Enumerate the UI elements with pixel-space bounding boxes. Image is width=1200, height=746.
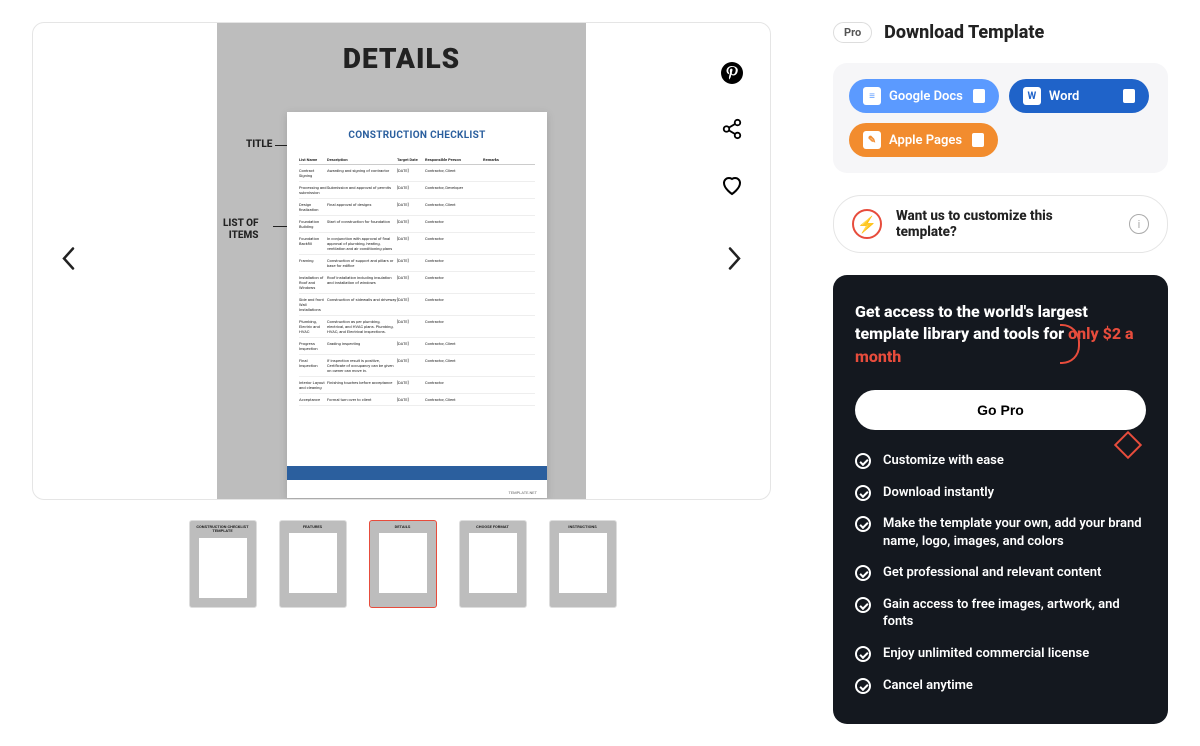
info-icon[interactable]: i xyxy=(1129,214,1149,234)
download-icon xyxy=(972,133,984,147)
thumbnail[interactable]: CONSTRUCTION CHECKLIST TEMPLATE xyxy=(189,520,257,608)
pinterest-icon[interactable] xyxy=(720,61,744,85)
format-buttons: ≡Google Docs WWord ✎Apple Pages xyxy=(833,63,1168,173)
thumbnail-strip: CONSTRUCTION CHECKLIST TEMPLATE FEATURES D… xyxy=(32,520,773,608)
download-icon xyxy=(973,89,985,103)
customize-text: Want us to customize this template? xyxy=(896,208,1115,240)
prev-button[interactable] xyxy=(53,236,83,287)
go-pro-button[interactable]: Go Pro xyxy=(855,390,1146,430)
promo-feature: Customize with ease xyxy=(855,452,1146,470)
google-docs-button[interactable]: ≡Google Docs xyxy=(849,79,999,113)
bolt-icon: ⚡ xyxy=(852,209,882,239)
share-icon[interactable] xyxy=(720,117,744,141)
details-header: DETAILS xyxy=(343,42,460,75)
promo-feature: Download instantly xyxy=(855,484,1146,502)
check-icon xyxy=(855,597,871,613)
heart-icon[interactable] xyxy=(720,173,744,197)
promo-feature: Cancel anytime xyxy=(855,677,1146,695)
next-button[interactable] xyxy=(720,236,750,287)
promo-feature: Make the template your own, add your bra… xyxy=(855,515,1146,550)
google-docs-icon: ≡ xyxy=(863,87,881,105)
customize-banner[interactable]: ⚡ Want us to customize this template? i xyxy=(833,195,1168,253)
annotation-list: LIST OF ITEMS xyxy=(223,218,258,242)
check-icon xyxy=(855,485,871,501)
annotation-title: TITLE xyxy=(246,139,272,150)
download-icon xyxy=(1123,89,1135,103)
promo-feature: Enjoy unlimited commercial license xyxy=(855,645,1146,663)
thumbnail[interactable]: DETAILS xyxy=(369,520,437,608)
promo-headline: Get access to the world's largest templa… xyxy=(855,301,1146,368)
check-icon xyxy=(855,516,871,532)
promo-panel: Get access to the world's largest templa… xyxy=(833,275,1168,724)
word-icon: W xyxy=(1023,87,1041,105)
promo-feature: Get professional and relevant content xyxy=(855,564,1146,582)
promo-feature: Gain access to free images, artwork, and… xyxy=(855,596,1146,631)
check-icon xyxy=(855,453,871,469)
pages-icon: ✎ xyxy=(863,131,881,149)
thumbnail[interactable]: INSTRUCTIONS xyxy=(549,520,617,608)
check-icon xyxy=(855,646,871,662)
template-preview: DETAILS TITLE LIST OF ITEMS CONSTRUCTION… xyxy=(32,22,771,500)
thumbnail[interactable]: CHOOSE FORMAT xyxy=(459,520,527,608)
pro-badge: Pro xyxy=(833,22,872,43)
doc-title: CONSTRUCTION CHECKLIST xyxy=(287,130,547,141)
apple-pages-button[interactable]: ✎Apple Pages xyxy=(849,123,998,157)
check-icon xyxy=(855,565,871,581)
word-button[interactable]: WWord xyxy=(1009,79,1149,113)
document-preview: CONSTRUCTION CHECKLIST List NameDescript… xyxy=(287,112,547,498)
thumbnail[interactable]: FEATURES xyxy=(279,520,347,608)
watermark: TEMPLATE.NET xyxy=(509,490,538,495)
check-icon xyxy=(855,678,871,694)
download-title: Download Template xyxy=(884,22,1044,43)
